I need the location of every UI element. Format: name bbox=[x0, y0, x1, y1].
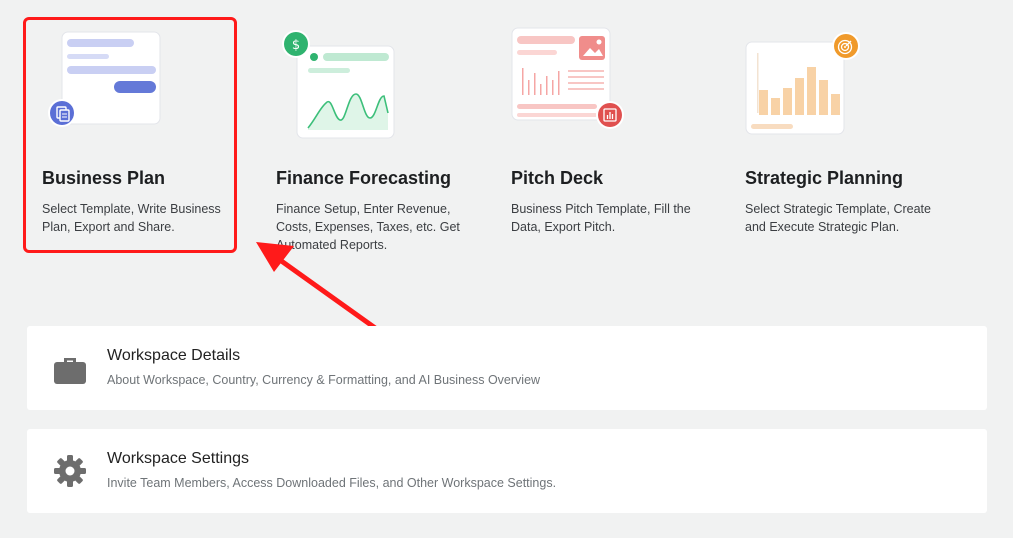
card-description: Business Pitch Template, Fill the Data, … bbox=[511, 202, 691, 234]
gear-icon bbox=[54, 455, 86, 487]
card-title: Strategic Planning bbox=[745, 168, 904, 188]
strategic-planning-illustration bbox=[745, 32, 860, 135]
row-title: Workspace Settings bbox=[107, 450, 249, 467]
workspace-details-row[interactable]: Workspace Details About Workspace, Count… bbox=[27, 326, 987, 410]
card-title: Finance Forecasting bbox=[276, 168, 452, 188]
card-finance-forecasting[interactable]: $ Finance Forecasting Finance Setup, Ent… bbox=[276, 18, 491, 254]
card-title: Pitch Deck bbox=[511, 168, 604, 188]
card-title: Business Plan bbox=[42, 168, 166, 188]
workspace-settings-row[interactable]: Workspace Settings Invite Team Members, … bbox=[27, 429, 987, 513]
card-description: Finance Setup, Enter Revenue, Costs, Exp… bbox=[276, 202, 460, 252]
card-business-plan[interactable]: Business Plan Select Template, Write Bus… bbox=[42, 18, 257, 254]
finance-forecasting-illustration: $ bbox=[282, 30, 395, 139]
row-subtitle: Invite Team Members, Access Downloaded F… bbox=[107, 476, 557, 490]
card-description: Select Strategic Template, Create and Ex… bbox=[745, 202, 931, 234]
dollar-icon: $ bbox=[292, 38, 300, 53]
card-description: Select Template, Write Business Plan, Ex… bbox=[42, 202, 221, 234]
pitch-deck-illustration bbox=[511, 27, 624, 129]
briefcase-icon bbox=[54, 358, 86, 384]
row-subtitle: About Workspace, Country, Currency & For… bbox=[107, 373, 541, 387]
row-title: Workspace Details bbox=[107, 347, 241, 364]
business-plan-illustration bbox=[48, 31, 161, 127]
card-pitch-deck[interactable]: Pitch Deck Business Pitch Template, Fill… bbox=[511, 18, 726, 254]
card-strategic-planning[interactable]: Strategic Planning Select Strategic Temp… bbox=[745, 18, 960, 254]
